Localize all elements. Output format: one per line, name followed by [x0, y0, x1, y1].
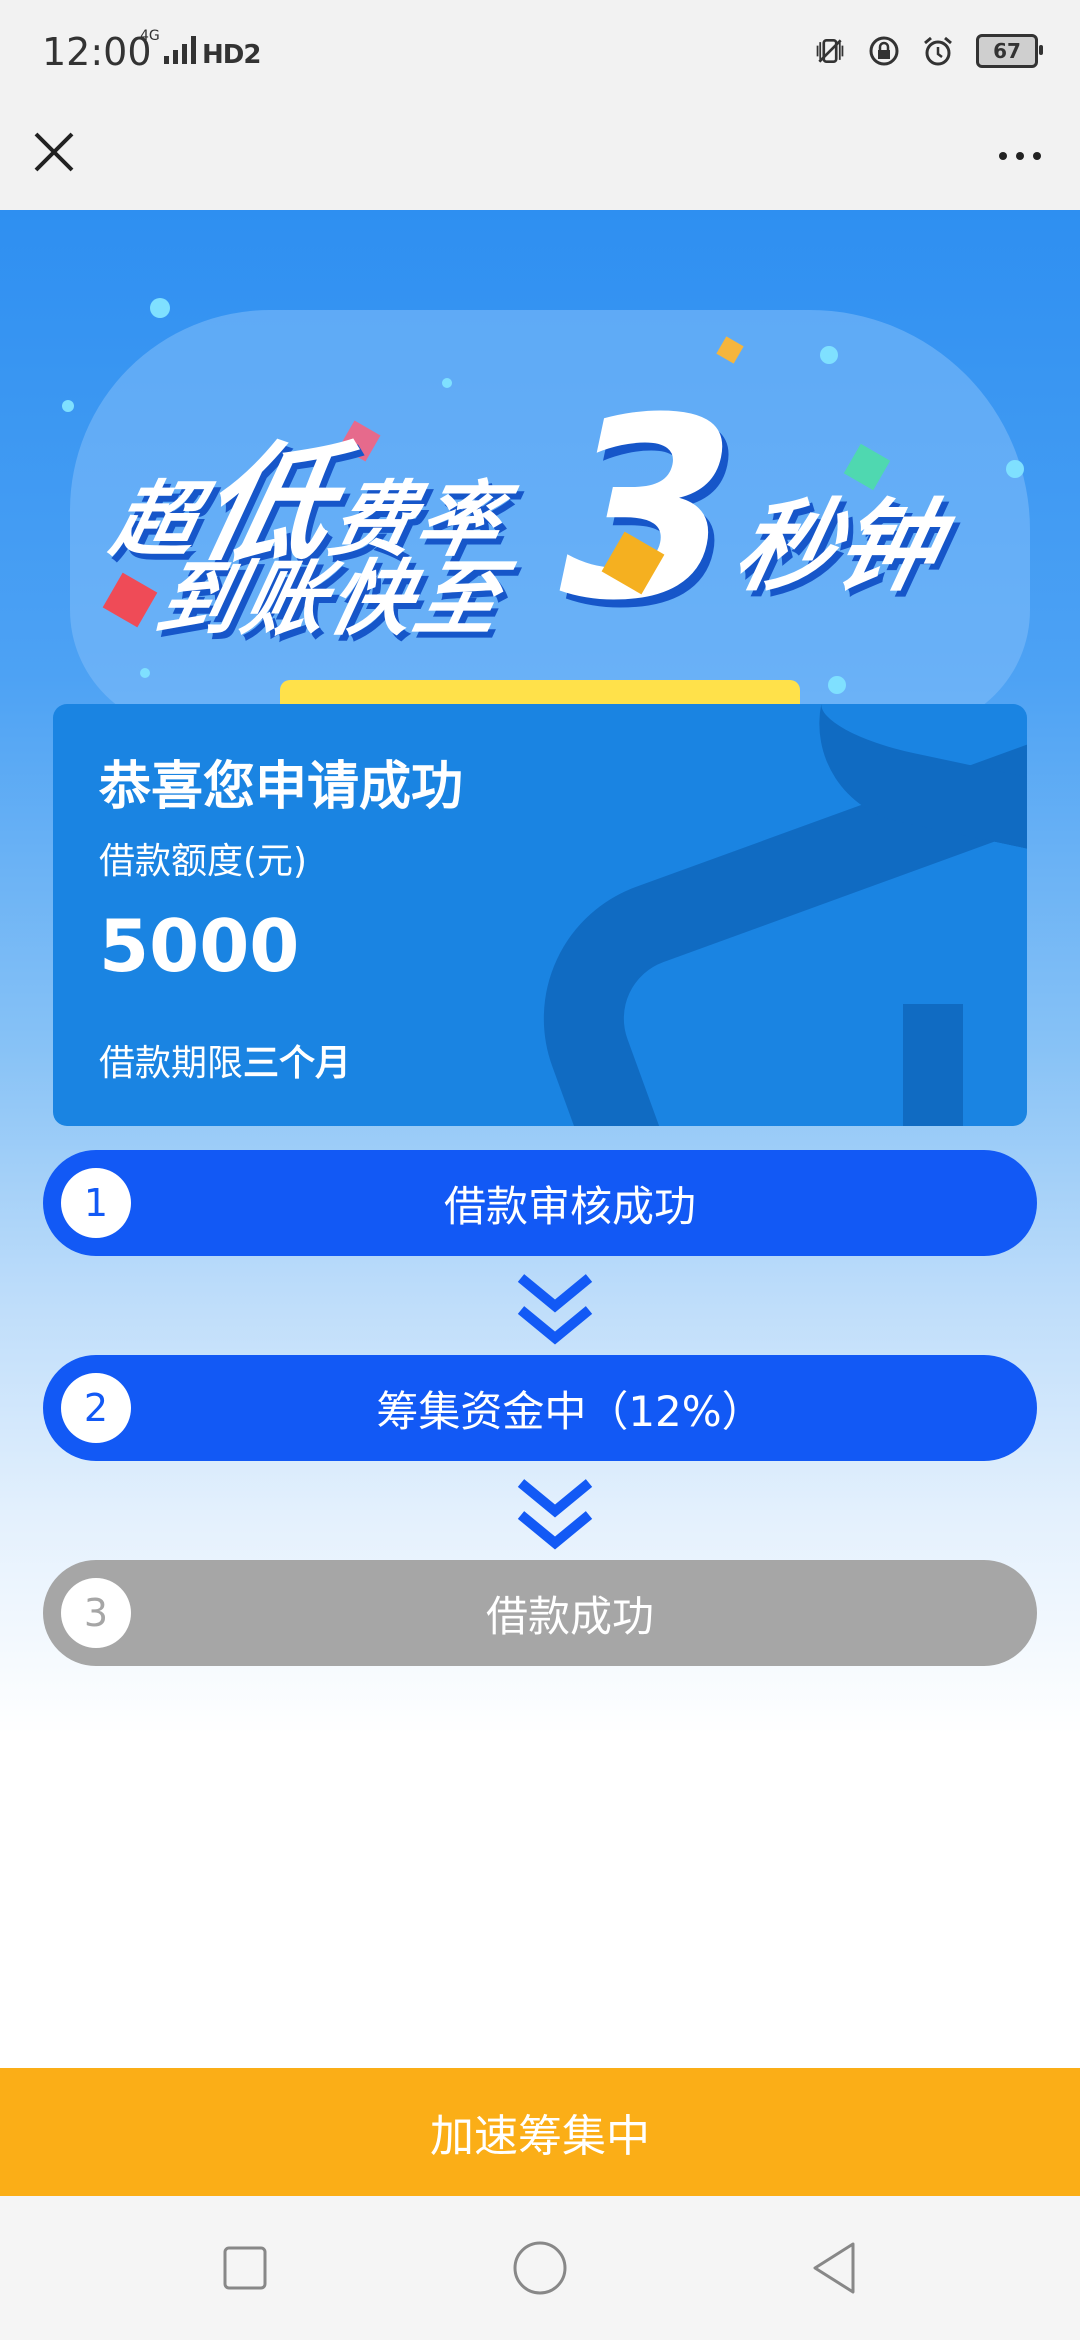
- system-nav-bar: [0, 2196, 1080, 2340]
- alarm-icon: [922, 35, 954, 67]
- step-label: 借款审核成功: [443, 1181, 696, 1231]
- close-icon[interactable]: [30, 128, 78, 176]
- loan-term: 借款期限三个月: [99, 1034, 351, 1086]
- accelerate-button[interactable]: 加速筹集中: [0, 2068, 1080, 2196]
- banner-suffix: 秒钟: [725, 488, 951, 605]
- amount-label: 借款额度(元): [99, 841, 308, 882]
- loan-success-card: 恭喜您申请成功 借款额度(元) 5000 借款期限三个月: [53, 704, 1027, 1126]
- step-item-success: 3 借款成功: [43, 1560, 1037, 1666]
- network-indicator: 4G: [140, 28, 196, 64]
- lock-icon: [868, 35, 900, 67]
- status-icons: 67: [814, 34, 1043, 68]
- step-item-review: 1 借款审核成功: [43, 1150, 1037, 1256]
- vibrate-icon: [814, 35, 846, 67]
- network-type: 4G: [140, 28, 160, 44]
- signal-icon: [163, 36, 196, 64]
- decor-dot: [828, 676, 846, 694]
- chevron-down-icon: [515, 1475, 595, 1555]
- card-title: 恭喜您申请成功: [99, 757, 464, 817]
- step-label: 筹集资金中（12%）: [376, 1386, 764, 1436]
- nav-bar: [0, 112, 1080, 211]
- card-decoration: [903, 1004, 1027, 1126]
- step-number: 3: [61, 1578, 131, 1648]
- step-item-fundraising: 2 筹集资金中（12%）: [43, 1355, 1037, 1461]
- more-icon[interactable]: [990, 132, 1050, 180]
- step-number: 1: [61, 1168, 131, 1238]
- loan-amount: 5000: [99, 904, 300, 988]
- chevron-down-icon: [515, 1270, 595, 1350]
- step-label: 借款成功: [485, 1591, 654, 1641]
- banner-headline-2: 到账快至: [148, 552, 513, 647]
- decor-dot: [150, 298, 170, 318]
- back-icon[interactable]: [803, 2236, 867, 2300]
- term-value: 三个月: [243, 1043, 352, 1084]
- main-content: 超低费率 到账快至 3 秒钟 恭喜您申请成功 借款额度(元) 5000 借款期限…: [0, 210, 1080, 2070]
- recent-apps-icon[interactable]: [213, 2236, 277, 2300]
- home-icon[interactable]: [508, 2236, 572, 2300]
- decor-dot: [442, 378, 452, 388]
- decor-dot: [820, 346, 838, 364]
- decor-dot: [1006, 460, 1024, 478]
- hd-badge: HD2: [202, 40, 261, 70]
- battery-icon: 67: [976, 34, 1043, 68]
- promo-banner: 超低费率 到账快至 3 秒钟: [0, 210, 1080, 740]
- status-bar: 12:00 4G HD2 67: [0, 0, 1080, 112]
- decor-dot: [62, 400, 74, 412]
- decor-dot: [140, 668, 150, 678]
- status-time: 12:00: [42, 30, 152, 74]
- term-label: 借款期限: [99, 1043, 244, 1084]
- step-number: 2: [61, 1373, 131, 1443]
